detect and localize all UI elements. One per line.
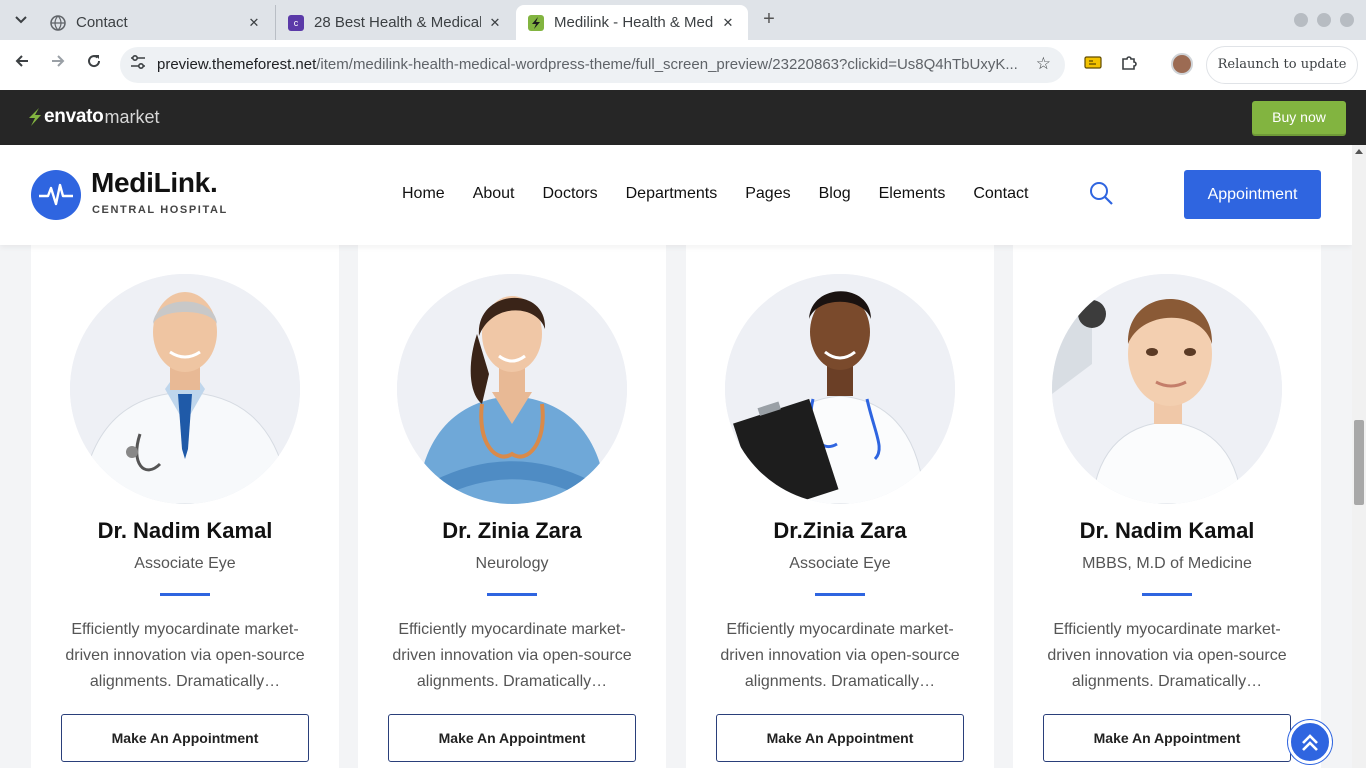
- new-tab-button[interactable]: +: [757, 8, 781, 32]
- arrow-left-icon: [15, 55, 28, 67]
- logo-subtitle: CENTRAL HOSPITAL: [92, 204, 228, 216]
- reload-icon: [88, 55, 101, 68]
- url-host: preview.themeforest.net: [157, 56, 317, 73]
- url-path: /item/medilink-health-medical-wordpress-…: [316, 56, 1017, 73]
- doctor-name[interactable]: Dr.Zinia Zara: [686, 518, 994, 544]
- nav-item-pages[interactable]: Pages: [731, 181, 804, 207]
- envato-leaf-icon: [29, 108, 41, 126]
- tab-title: Medilink - Health & Medical WordPress Th…: [554, 14, 714, 31]
- close-tab-icon[interactable]: ✕: [246, 15, 262, 31]
- doctor-name[interactable]: Dr. Nadim Kamal: [1013, 518, 1321, 544]
- heartbeat-icon: [39, 183, 73, 206]
- nav-item-about[interactable]: About: [459, 181, 529, 207]
- doctor-description: Efficiently myocardinate market-driven i…: [65, 621, 305, 690]
- doctor-photo: [70, 274, 300, 504]
- tab-title: Contact: [76, 14, 128, 31]
- doctors-section: Dr. Nadim Kamal Associate Eye Efficientl…: [0, 245, 1352, 768]
- site-header: MediLink. CENTRAL HOSPITAL Home About Do…: [0, 145, 1352, 245]
- extension-icon[interactable]: [1082, 54, 1104, 76]
- doctor-role: MBBS, M.D of Medicine: [1082, 555, 1252, 572]
- close-tab-icon[interactable]: ✕: [720, 15, 736, 31]
- browser-tab-contact[interactable]: Contact ✕: [38, 5, 274, 40]
- extensions-puzzle-icon[interactable]: [1118, 54, 1140, 76]
- doctor-name[interactable]: Dr. Nadim Kamal: [31, 518, 339, 544]
- make-appointment-button[interactable]: Make An Appointment: [716, 714, 964, 762]
- envato-logo[interactable]: envato market: [28, 106, 159, 128]
- nav-item-doctors[interactable]: Doctors: [529, 181, 612, 207]
- doctor-role: Associate Eye: [134, 555, 236, 572]
- window-minimize-button[interactable]: [1294, 13, 1308, 27]
- url-text[interactable]: preview.themeforest.net/item/medilink-he…: [157, 47, 1017, 83]
- scroll-to-top-button[interactable]: [1288, 720, 1332, 764]
- chevron-down-icon: [15, 16, 27, 24]
- envato-logo-name: envato: [44, 106, 104, 127]
- doctor-photo: [1052, 274, 1282, 504]
- forward-button[interactable]: [46, 53, 70, 77]
- doctor-card: Dr. Zinia Zara Neurology Efficiently myo…: [358, 245, 666, 768]
- back-button[interactable]: [10, 53, 34, 77]
- address-bar[interactable]: preview.themeforest.net/item/medilink-he…: [120, 47, 1065, 83]
- make-appointment-button[interactable]: Make An Appointment: [1043, 714, 1291, 762]
- browser-tab-medilink[interactable]: Medilink - Health & Medical WordPress Th…: [516, 5, 748, 40]
- nav-item-departments[interactable]: Departments: [612, 181, 732, 207]
- tab-title: 28 Best Health & Medical WordPress Theme…: [314, 14, 481, 31]
- browser-tab-best-themes[interactable]: c 28 Best Health & Medical WordPress The…: [275, 5, 515, 40]
- browser-toolbar: preview.themeforest.net/item/medilink-he…: [0, 40, 1366, 90]
- divider: [487, 593, 537, 596]
- divider: [815, 593, 865, 596]
- page-scrollbar[interactable]: [1352, 145, 1366, 768]
- tab-search-button[interactable]: [8, 7, 34, 33]
- doctor-card: Dr.Zinia Zara Associate Eye Efficiently …: [686, 245, 994, 768]
- logo-name[interactable]: MediLink.: [91, 167, 218, 199]
- doctor-role: Associate Eye: [789, 555, 891, 572]
- envato-favicon: [528, 14, 544, 31]
- nav-item-elements[interactable]: Elements: [865, 181, 960, 207]
- window-close-button[interactable]: [1340, 13, 1354, 27]
- doctor-photo: [725, 274, 955, 504]
- scroll-up-arrow[interactable]: [1355, 149, 1363, 154]
- make-appointment-button[interactable]: Make An Appointment: [388, 714, 636, 762]
- doctor-description: Efficiently myocardinate market-driven i…: [392, 621, 632, 690]
- buy-now-button[interactable]: Buy now: [1252, 101, 1346, 134]
- profile-avatar[interactable]: [1171, 53, 1193, 75]
- divider: [1142, 593, 1192, 596]
- site-info-icon[interactable]: [126, 53, 150, 77]
- doctor-role: Neurology: [475, 555, 549, 572]
- divider: [160, 593, 210, 596]
- relaunch-button[interactable]: Relaunch to update: [1206, 46, 1358, 84]
- appointment-button[interactable]: Appointment: [1184, 170, 1321, 219]
- logo-mark[interactable]: [31, 170, 81, 220]
- nav-item-blog[interactable]: Blog: [805, 181, 865, 207]
- browser-tab-strip: Contact ✕ c 28 Best Health & Medical Wor…: [0, 0, 1366, 40]
- main-nav: Home About Doctors Departments Pages Blo…: [388, 181, 1042, 207]
- reload-button[interactable]: [82, 53, 106, 77]
- nav-item-home[interactable]: Home: [388, 181, 459, 207]
- envato-logo-market: market: [104, 106, 160, 127]
- nav-item-contact[interactable]: Contact: [959, 181, 1042, 207]
- doctor-photo: [397, 274, 627, 504]
- make-appointment-button[interactable]: Make An Appointment: [61, 714, 309, 762]
- scrollbar-thumb[interactable]: [1354, 420, 1364, 505]
- doctor-card: Dr. Nadim Kamal Associate Eye Efficientl…: [31, 245, 339, 768]
- close-tab-icon[interactable]: ✕: [487, 15, 503, 31]
- doctor-name[interactable]: Dr. Zinia Zara: [358, 518, 666, 544]
- doctor-description: Efficiently myocardinate market-driven i…: [720, 621, 960, 690]
- envato-market-bar: envato market Buy now: [0, 90, 1366, 145]
- doctor-description: Efficiently myocardinate market-driven i…: [1047, 621, 1287, 690]
- globe-icon: [50, 14, 66, 31]
- colorlib-favicon: c: [288, 14, 304, 31]
- arrow-right-icon: [52, 55, 65, 67]
- bookmark-star-icon[interactable]: ☆: [1036, 54, 1051, 74]
- window-maximize-button[interactable]: [1317, 13, 1331, 27]
- double-chevron-up-icon: [1302, 734, 1318, 751]
- search-icon[interactable]: [1088, 180, 1114, 206]
- doctor-card: Dr. Nadim Kamal MBBS, M.D of Medicine Ef…: [1013, 245, 1321, 768]
